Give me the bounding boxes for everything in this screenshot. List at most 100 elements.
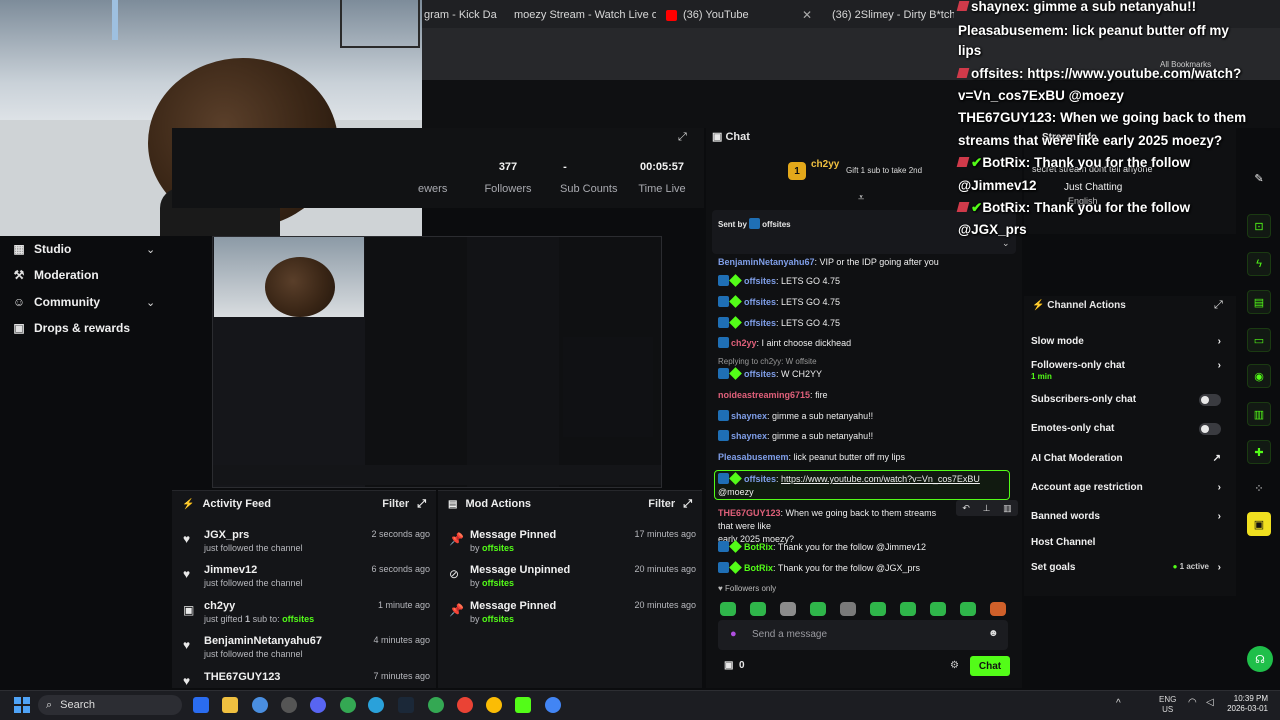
- chevron-down-icon[interactable]: ⌄: [1002, 238, 1010, 249]
- channel-points[interactable]: ▣ 0: [724, 660, 745, 671]
- tab-instagram[interactable]: gram - Kick Da ✕: [424, 4, 502, 26]
- store-icon[interactable]: ▣: [1247, 512, 1271, 536]
- chat-input[interactable]: ● Send a message ☻: [718, 620, 1008, 650]
- badge-icon: [956, 68, 970, 78]
- taskbar-search-label: Search: [60, 699, 96, 711]
- emote[interactable]: [900, 602, 916, 616]
- collapse-icon[interactable]: ⩡: [858, 192, 864, 205]
- taskbar-search[interactable]: ⌕ Search: [38, 695, 182, 715]
- toggle-switch[interactable]: [1199, 394, 1221, 406]
- chrome-icon[interactable]: [486, 697, 502, 713]
- gear-icon[interactable]: ⚙: [950, 660, 959, 671]
- action-account-age[interactable]: Account age restriction ›: [1031, 482, 1231, 493]
- reply-icon[interactable]: ↶: [962, 503, 970, 514]
- taskbar-clock[interactable]: 10:39 PM 2026-03-01: [1226, 694, 1268, 714]
- right-toolbar: ✎ ⊡ ϟ ▤ ▭ ◉ ▥ ✚ ⁘ ▣ ☊: [1238, 150, 1280, 690]
- badge-icon: [956, 157, 970, 167]
- action-banned-words[interactable]: Banned words ›: [1031, 511, 1231, 522]
- folder-icon[interactable]: [222, 697, 238, 713]
- action-ai-moderation[interactable]: AI Chat Moderation ↗: [1031, 453, 1231, 464]
- stream-category[interactable]: Just Chatting: [1064, 182, 1122, 193]
- emote[interactable]: [960, 602, 976, 616]
- broadcast-icon[interactable]: ◉: [1247, 364, 1271, 388]
- wrench-icon[interactable]: ✚: [1247, 440, 1271, 464]
- overlay-line: streams that were like early 2025 moezy?: [958, 133, 1223, 148]
- copilot-icon[interactable]: [193, 697, 209, 713]
- action-slow-mode[interactable]: Slow mode ›: [1031, 336, 1231, 347]
- apps-icon[interactable]: ⁘: [1247, 476, 1271, 500]
- feed-user[interactable]: ch2yy: [204, 600, 235, 612]
- chrome-icon[interactable]: [457, 697, 473, 713]
- clipboard-icon[interactable]: ▤: [1247, 290, 1271, 314]
- chevron-down-icon[interactable]: ⌄: [146, 296, 155, 309]
- language-indicator[interactable]: ENG US: [1159, 695, 1176, 715]
- app-icon[interactable]: [281, 697, 297, 713]
- expand-icon[interactable]: ⤢: [683, 498, 692, 511]
- delete-icon[interactable]: ▥: [1003, 503, 1012, 514]
- bolt-icon[interactable]: ϟ: [1247, 252, 1271, 276]
- pencil-icon[interactable]: ✎: [1247, 166, 1271, 190]
- support-icon[interactable]: ☊: [1247, 646, 1273, 672]
- feed-time: 1 minute ago: [377, 600, 430, 610]
- telegram-icon[interactable]: [368, 697, 384, 713]
- tab-youtube-2[interactable]: (36) 2Slimey - Dirty B*tch (Offic: [826, 4, 954, 26]
- steam-icon[interactable]: [398, 697, 414, 713]
- feed-user[interactable]: JGX_prs: [204, 529, 249, 541]
- emote[interactable]: [750, 602, 766, 616]
- message-actions[interactable]: ↶ ⊥ ▥: [956, 500, 1018, 516]
- action-set-goals[interactable]: Set goals ● 1 active ›: [1031, 562, 1231, 573]
- chevron-down-icon[interactable]: ⌄: [146, 243, 155, 256]
- emote[interactable]: [840, 602, 856, 616]
- feed-user[interactable]: BenjaminNetanyahu67: [204, 635, 322, 647]
- chrome-icon[interactable]: [252, 697, 268, 713]
- mic-icon[interactable]: ●: [730, 628, 737, 640]
- emote[interactable]: [780, 602, 796, 616]
- windows-start-icon[interactable]: [14, 697, 30, 713]
- chrome-icon[interactable]: [428, 697, 444, 713]
- overlay-line: shaynex: gimme a sub netanyahu!!: [956, 0, 1196, 15]
- sidebar-item-community[interactable]: ☺ Community: [12, 290, 100, 314]
- feed-user[interactable]: THE67GUY123: [204, 671, 280, 683]
- filter-button[interactable]: Filter: [382, 498, 409, 510]
- chrome-icon[interactable]: [340, 697, 356, 713]
- feed-user[interactable]: Jimmev12: [204, 564, 257, 576]
- emoji-icon[interactable]: ☻: [988, 628, 999, 639]
- crop-icon[interactable]: ⊡: [1247, 214, 1271, 238]
- toggle-switch[interactable]: [1199, 423, 1221, 435]
- close-icon[interactable]: ✕: [802, 8, 818, 22]
- tab-kick[interactable]: moezy Stream - Watch Live on ✕: [508, 4, 656, 26]
- tab-youtube[interactable]: (36) YouTube ✕: [666, 4, 818, 26]
- pin-icon[interactable]: ⊥: [983, 503, 991, 514]
- chrome-icon[interactable]: [545, 697, 561, 713]
- preview-taskbar: [213, 465, 661, 485]
- wifi-icon[interactable]: ◠: [1188, 697, 1197, 708]
- action-emotes-only[interactable]: Emotes-only chat: [1031, 423, 1231, 435]
- sidebar-item-studio[interactable]: ▦ Studio: [12, 237, 71, 261]
- emote[interactable]: [930, 602, 946, 616]
- expand-icon[interactable]: ⤢: [678, 131, 687, 144]
- sidebar-item-moderation[interactable]: ⚒ Moderation: [12, 263, 99, 287]
- send-chat-button[interactable]: Chat: [970, 656, 1010, 676]
- chat-message: offsites: LETS GO 4.75: [718, 316, 1014, 330]
- volume-icon[interactable]: ◁: [1206, 697, 1214, 708]
- filter-button[interactable]: Filter: [648, 498, 675, 510]
- emote[interactable]: [810, 602, 826, 616]
- expand-icon[interactable]: ⤢: [417, 498, 426, 511]
- action-host-channel[interactable]: Host Channel: [1031, 537, 1231, 548]
- chat-message: Pleasabusemem: lick peanut butter off my…: [718, 452, 905, 462]
- sidebar-item-drops[interactable]: ▣ Drops & rewards: [12, 316, 130, 340]
- expand-icon[interactable]: ⤢: [1214, 299, 1223, 312]
- chat-bubble-icon[interactable]: ▭: [1247, 328, 1271, 352]
- discord-icon[interactable]: [310, 697, 326, 713]
- emote[interactable]: [990, 602, 1006, 616]
- gift-leader-name[interactable]: ch2yy: [811, 159, 839, 170]
- layers-icon[interactable]: ▥: [1247, 402, 1271, 426]
- action-followers-only[interactable]: Followers-only chat 1 min ›: [1031, 360, 1231, 382]
- emote[interactable]: [720, 602, 736, 616]
- stream-preview[interactable]: [212, 236, 662, 488]
- kick-app-icon[interactable]: [515, 697, 531, 713]
- emote[interactable]: [870, 602, 886, 616]
- tray-chevron-icon[interactable]: ^: [1116, 698, 1121, 709]
- gift-cta[interactable]: Gift 1 sub to take 2nd: [846, 166, 922, 175]
- action-subscribers-only[interactable]: Subscribers-only chat: [1031, 394, 1231, 406]
